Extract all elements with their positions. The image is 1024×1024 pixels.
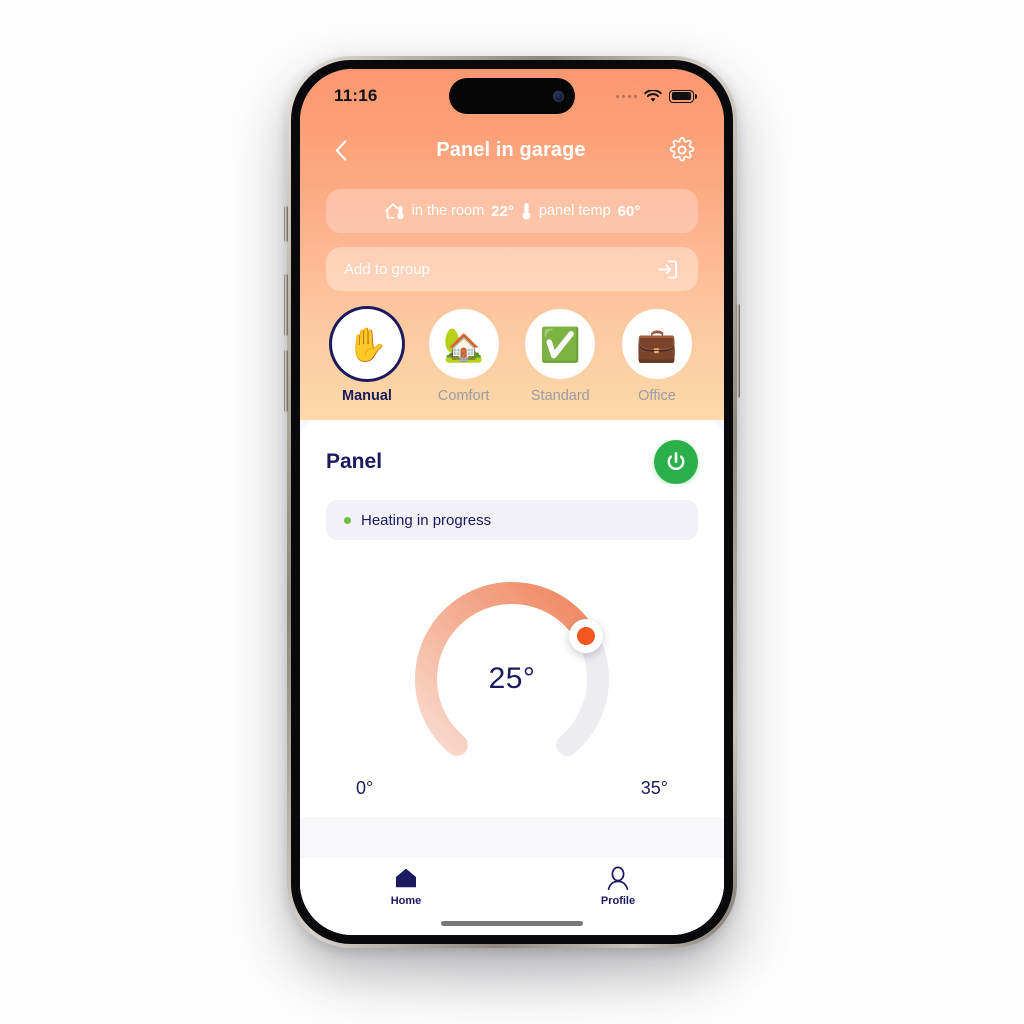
nav-item-profile[interactable]: Profile — [512, 866, 724, 907]
back-button[interactable] — [328, 137, 354, 163]
mode-item-manual[interactable]: ✋ Manual — [326, 309, 408, 404]
status-bar-indicators — [616, 89, 697, 103]
temperature-gauge-card: 25° 0° 35° — [326, 554, 698, 817]
raised-hand-icon: ✋ — [332, 309, 402, 379]
mode-item-comfort[interactable]: 🏡 Comfort — [423, 309, 505, 404]
volume-down-button[interactable] — [284, 350, 288, 412]
gauge-card-wrap: 25° 0° 35° — [300, 540, 724, 817]
panel-temp-value: 60° — [617, 202, 641, 220]
home-indicator[interactable] — [300, 911, 724, 935]
status-badge-label: Heating in progress — [361, 511, 492, 529]
panel-sheet: Panel Heating in progress 25° 0° 35° Hom… — [300, 418, 724, 935]
app-header: Panel in garage — [300, 123, 724, 177]
mode-item-standard[interactable]: ✅ Standard — [519, 309, 601, 404]
page-title: Panel in garage — [436, 138, 586, 161]
nav-item-home[interactable]: Home — [300, 866, 512, 907]
mode-label-manual: Manual — [342, 388, 392, 404]
phone-device-frame: 11:16 Panel in garage in the room 22° pa… — [284, 56, 740, 948]
screenshot-stage: 11:16 Panel in garage in the room 22° pa… — [0, 0, 1024, 1024]
panel-title: Panel — [326, 450, 383, 473]
status-wrap: Heating in progress — [300, 484, 724, 540]
status-badge: Heating in progress — [326, 500, 698, 540]
side-power-button[interactable] — [736, 304, 740, 398]
panel-temp-label: panel temp — [538, 203, 611, 219]
status-dot-icon — [344, 516, 351, 524]
chevron-left-icon — [335, 139, 347, 161]
nav-label-home: Home — [390, 895, 422, 907]
phone-screen: 11:16 Panel in garage in the room 22° pa… — [300, 69, 724, 935]
hero-section: 11:16 Panel in garage in the room 22° pa… — [300, 69, 724, 420]
mode-item-office[interactable]: 💼 Office — [616, 309, 698, 404]
signal-dots-icon — [616, 94, 637, 98]
status-bar: 11:16 — [300, 69, 724, 123]
temperature-gauge[interactable]: 25° — [397, 576, 627, 772]
gauge-max-label: 35° — [640, 778, 668, 798]
action-button[interactable] — [284, 206, 288, 242]
phone-bezel: 11:16 Panel in garage in the room 22° pa… — [291, 60, 733, 944]
gauge-scale: 0° 35° — [356, 778, 668, 799]
arrow-into-box-icon — [658, 259, 678, 279]
mode-label-comfort: Comfort — [437, 388, 490, 404]
dynamic-island — [449, 78, 575, 114]
power-icon — [667, 452, 685, 471]
gauge-value-label: 25° — [488, 662, 536, 695]
wifi-icon — [644, 89, 662, 102]
house-thermometer-icon — [384, 202, 404, 219]
volume-up-button[interactable] — [284, 274, 288, 336]
mode-selector: ✋ Manual 🏡 Comfort ✅ Standard 💼 Office — [326, 309, 698, 404]
check-mark-icon: ✅ — [525, 309, 596, 379]
briefcase-icon: 💼 — [621, 309, 692, 379]
battery-icon — [669, 89, 697, 103]
room-temp-label: in the room — [411, 203, 485, 219]
bottom-navigation: Home Profile — [300, 858, 724, 911]
panel-header: Panel — [300, 418, 724, 484]
house-garden-icon: 🏡 — [428, 309, 499, 379]
nav-label-profile: Profile — [600, 895, 636, 907]
status-bar-time: 11:16 — [334, 86, 378, 105]
thermometer-icon — [522, 202, 531, 219]
sheet-filler — [300, 817, 724, 858]
gauge-min-label: 0° — [356, 778, 374, 798]
room-temp-value: 22° — [491, 202, 514, 220]
front-camera-icon — [553, 90, 564, 102]
home-indicator-bar — [441, 921, 583, 926]
home-icon — [396, 868, 416, 888]
gear-icon — [669, 137, 695, 162]
temperature-info-bar: in the room 22° panel temp 60° — [326, 189, 698, 233]
person-icon — [607, 866, 629, 890]
mode-label-standard: Standard — [530, 388, 590, 404]
add-to-group-button[interactable]: Add to group — [326, 247, 698, 291]
add-to-group-label: Add to group — [344, 260, 430, 278]
power-toggle-button[interactable] — [654, 440, 698, 484]
gauge-knob-dot — [577, 626, 596, 645]
settings-button[interactable] — [668, 136, 696, 164]
mode-label-office: Office — [638, 388, 676, 404]
